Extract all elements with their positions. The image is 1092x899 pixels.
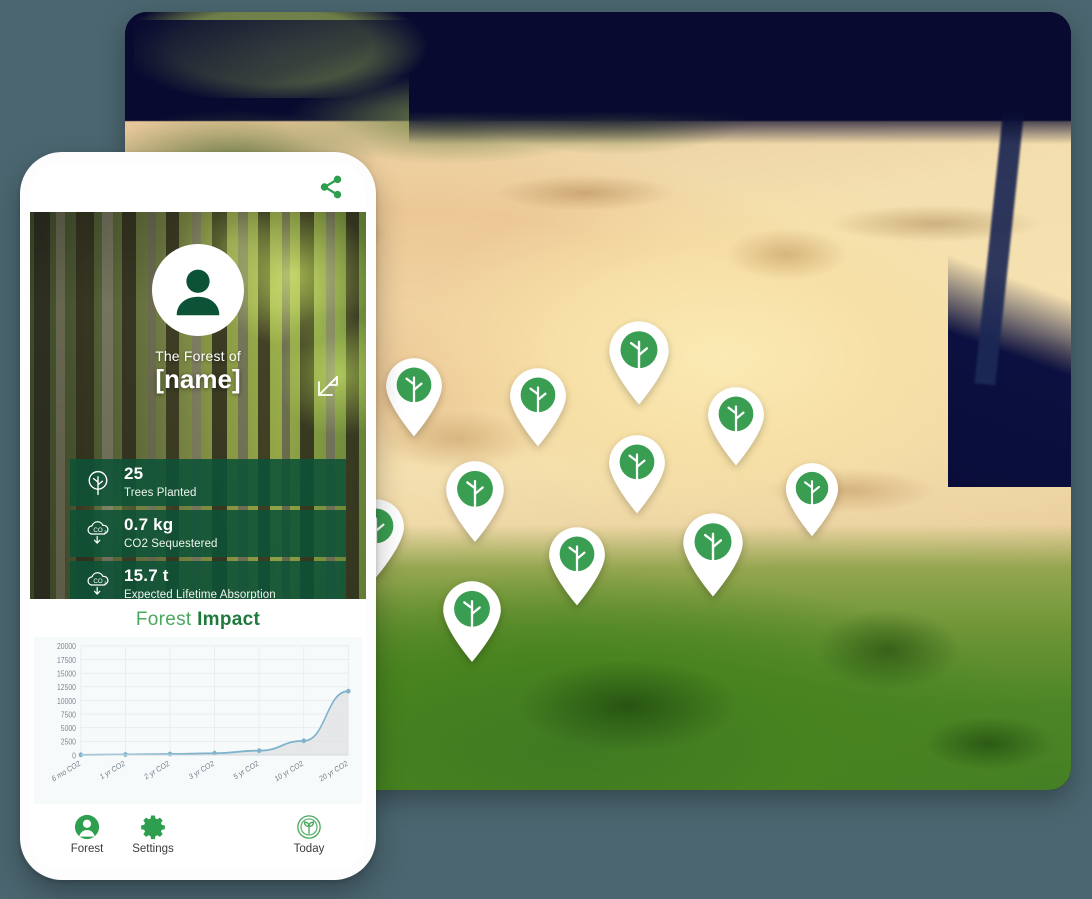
stat-row-trees-planted[interactable]: 25 Trees Planted [70, 459, 346, 506]
svg-text:5000: 5000 [61, 724, 76, 734]
nav-item-today[interactable]: Today [276, 814, 342, 855]
map-pin-glyph [609, 321, 669, 405]
atlantic-layer [125, 19, 561, 121]
svg-text:7500: 7500 [61, 710, 76, 720]
svg-text:17500: 17500 [57, 655, 76, 665]
tree-pin-10[interactable] [680, 512, 746, 598]
tree-pin-3[interactable] [606, 320, 672, 406]
map-pin-glyph [386, 358, 442, 437]
svg-text:12500: 12500 [57, 683, 76, 693]
forest-impact-title: Forest Impact [30, 609, 366, 631]
impact-title-part2: Impact [197, 609, 261, 630]
co2-cloud-down-icon: CO 2 [84, 571, 112, 599]
svg-text:15000: 15000 [57, 669, 76, 679]
nav-label: Settings [132, 842, 174, 855]
svg-text:20000: 20000 [57, 642, 76, 652]
bottom-navigation: Forest Settings Today [30, 804, 366, 870]
avatar[interactable] [152, 244, 244, 336]
nav-label: Today [293, 842, 325, 855]
stat-value: 15.7 t [124, 565, 169, 585]
forest-prefix-label: The Forest of [155, 348, 241, 364]
map-pin-glyph [446, 461, 504, 542]
tree-pin-7[interactable] [783, 462, 841, 537]
forest-impact-chart[interactable]: 0 2500 5000 7500 10000 12500 15000 17500 20000 6 … [34, 637, 362, 804]
tree-outline-icon [84, 469, 112, 497]
stats-list: 25 Trees Planted CO 2 0.7 kg CO2 Sequest… [70, 459, 346, 599]
tree-pin-4[interactable] [705, 386, 767, 467]
map-pin-glyph [549, 527, 605, 606]
nav-item-forest[interactable]: Forest [54, 814, 120, 855]
map-pin-glyph [785, 463, 839, 537]
stat-label: Trees Planted [124, 487, 197, 500]
share-icon[interactable] [318, 174, 344, 200]
gear-icon [140, 814, 166, 840]
profile-hero: The Forest of [name] 25 Trees Planted CO… [30, 212, 366, 599]
phone-screen: The Forest of [name] 25 Trees Planted CO… [30, 162, 366, 870]
stat-row-lifetime-absorption[interactable]: CO 2 15.7 t Expected Lifetime Absorption [70, 561, 346, 599]
tree-pin-5[interactable] [443, 460, 507, 543]
person-circle-icon [74, 814, 100, 840]
svg-text:2500: 2500 [61, 737, 76, 747]
edit-pencil-icon[interactable] [316, 374, 340, 398]
sprout-circle-icon [296, 814, 322, 840]
svg-text:10000: 10000 [57, 696, 76, 706]
stat-label: CO2 Sequestered [124, 538, 218, 551]
impact-title-part1: Forest [135, 609, 198, 630]
stat-label: Expected Lifetime Absorption [124, 589, 276, 599]
map-pin-glyph [443, 581, 501, 662]
forest-impact-panel: Forest Impact 0 2500 5000 7500 10000 12500 150… [30, 599, 366, 804]
stat-value: 25 [124, 463, 144, 483]
tree-pin-11[interactable] [440, 580, 504, 663]
app-top-bar [30, 162, 366, 212]
map-pin-glyph [708, 387, 764, 466]
impact-chart-svg: 025005000750010000125001500017500200006 … [34, 637, 362, 804]
map-pin-glyph [609, 435, 665, 514]
nav-label: Forest [70, 842, 104, 855]
svg-text:CO: CO [93, 577, 102, 584]
tree-pin-9[interactable] [546, 526, 608, 607]
stat-value: 0.7 kg [124, 514, 174, 534]
phone-mockup: The Forest of [name] 25 Trees Planted CO… [20, 152, 376, 880]
tree-pin-2[interactable] [507, 367, 569, 448]
map-pin-glyph [510, 368, 566, 447]
forest-name-label: [name] [155, 364, 241, 394]
co2-cloud-down-icon: CO 2 [84, 520, 112, 548]
svg-text:CO: CO [93, 526, 102, 533]
tree-pin-6[interactable] [606, 434, 668, 515]
person-avatar-icon [176, 269, 220, 316]
map-pin-glyph [683, 513, 743, 597]
stat-row-co2-sequestered[interactable]: CO 2 0.7 kg CO2 Sequestered [70, 510, 346, 557]
tree-pin-1[interactable] [383, 357, 445, 438]
nav-item-settings[interactable]: Settings [120, 814, 186, 855]
